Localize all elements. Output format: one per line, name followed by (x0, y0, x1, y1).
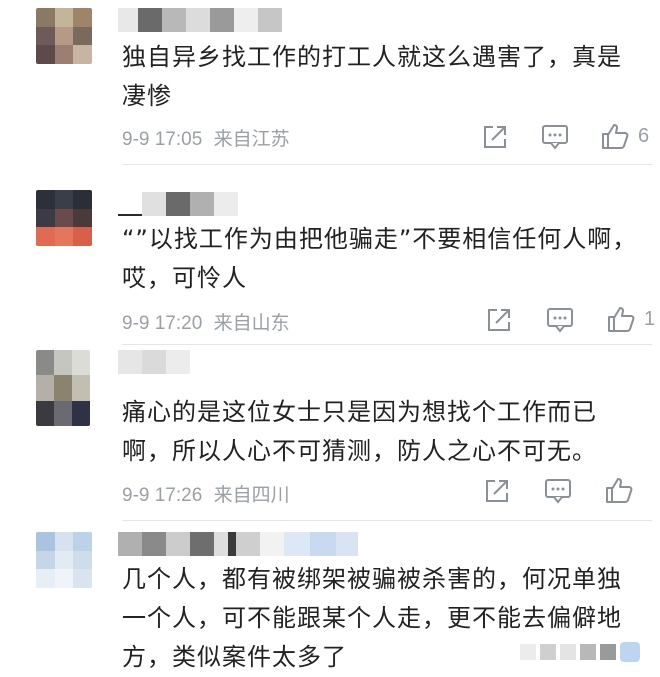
comment-location: 来自山东 (213, 313, 290, 334)
share-icon[interactable] (486, 307, 512, 333)
share-icon[interactable] (484, 478, 510, 504)
comment-location: 来自江苏 (213, 129, 290, 150)
username[interactable] (118, 532, 358, 556)
comment-text-line: 痛心的是这位女士只是因为想找个工作而已 (122, 398, 597, 426)
divider (122, 344, 652, 345)
comment-text-line: 哎，可怜人 (122, 264, 247, 292)
comment-icon[interactable] (541, 124, 569, 150)
comment-text: 独自异乡找工作的打工人就这么遇害了，真是 凄惨 (122, 38, 642, 116)
username[interactable] (118, 8, 282, 32)
comment-date: 9-9 17:05 (122, 129, 203, 150)
divider (122, 520, 652, 521)
comment-text: 痛心的是这位女士只是因为想找个工作而已 啊，所以人心不可猜测，防人之心不可无。 (122, 393, 642, 471)
bottom-mosaic-overlay (520, 632, 660, 672)
comment-meta: 9-9 17:05 来自江苏 (122, 124, 290, 151)
comment-text-line: 凄惨 (122, 82, 172, 110)
comment-icon[interactable] (544, 478, 572, 504)
like-count: 6 (638, 125, 650, 147)
divider (122, 164, 652, 165)
thumb-up-icon[interactable] (604, 475, 634, 505)
thumb-up-icon[interactable] (600, 121, 630, 151)
username[interactable] (118, 350, 190, 374)
avatar[interactable] (36, 8, 92, 64)
comment-meta: 9-9 17:26 来自四川 (122, 480, 290, 507)
comment-text-line: “”以找工作为由把他骗走”不要相信任何人啊， (122, 225, 638, 253)
comment-text-line: 几个人，都有被绑架被骗被杀害的，何况单独 (122, 565, 622, 593)
thumb-up-icon[interactable] (606, 304, 636, 334)
avatar[interactable] (36, 532, 92, 588)
comment-text-line: 啊，所以人心不可猜测，防人之心不可无。 (122, 437, 597, 465)
avatar[interactable] (36, 190, 92, 246)
comment-date: 9-9 17:20 (122, 313, 203, 334)
like-count: 1 (644, 308, 656, 330)
comment-text-line: 独自异乡找工作的打工人就这么遇害了，真是 (122, 43, 622, 71)
avatar[interactable] (36, 350, 90, 426)
comment-meta: 9-9 17:20 来自山东 (122, 308, 290, 335)
comment-date: 9-9 17:26 (122, 485, 203, 506)
comment-icon[interactable] (546, 307, 574, 333)
share-icon[interactable] (482, 124, 508, 150)
comment-location: 来自四川 (213, 485, 290, 506)
comment-text: “”以找工作为由把他骗走”不要相信任何人啊， 哎，可怜人 (122, 220, 642, 298)
username[interactable] (118, 192, 238, 216)
